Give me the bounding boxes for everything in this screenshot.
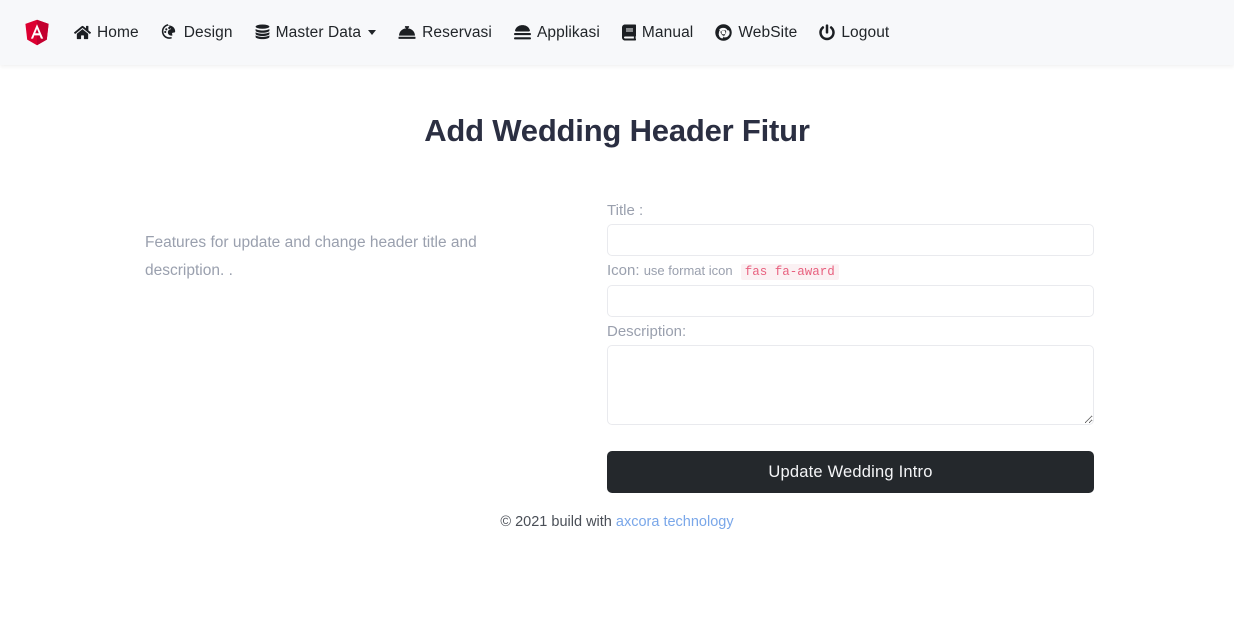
home-icon <box>74 24 91 41</box>
update-wedding-intro-button[interactable]: Update Wedding Intro <box>607 451 1094 493</box>
nav-item-label: Design <box>183 23 233 41</box>
nav-item-label: Applikasi <box>536 23 600 41</box>
description-field-label: Description: <box>607 323 687 340</box>
brand-logo-link[interactable] <box>22 17 52 49</box>
nav-item-website[interactable]: WebSite <box>715 24 797 42</box>
icon-label-hint: use format icon <box>643 263 733 278</box>
description-textarea[interactable] <box>607 345 1094 425</box>
nav-item-label: Manual <box>641 23 694 41</box>
main-navbar: Home Design Master Data Reservasi Applik… <box>0 0 1234 65</box>
nav-item-reservasi[interactable]: Reservasi <box>398 24 492 42</box>
concierge-bell-icon <box>398 24 416 41</box>
nav-item-label: Reservasi <box>422 23 492 41</box>
content-row: Features for update and change header ti… <box>117 149 1117 493</box>
wedding-header-form: Title : Icon: use format icon fas fa-awa… <box>607 201 1117 493</box>
icon-label-text: Icon: <box>607 262 640 279</box>
nav-links-list: Home Design Master Data Reservasi Applik… <box>74 24 889 42</box>
title-input[interactable] <box>607 224 1094 256</box>
nav-item-label: Master Data <box>275 23 362 41</box>
nav-item-design[interactable]: Design <box>161 24 233 42</box>
power-icon <box>819 24 836 41</box>
nav-item-master-data[interactable]: Master Data <box>255 24 377 42</box>
nav-item-manual[interactable]: Manual <box>621 23 694 42</box>
nav-item-label: WebSite <box>738 23 798 41</box>
chrome-globe-icon <box>715 24 733 41</box>
axcora-technology-link[interactable]: axcora technology <box>616 514 734 530</box>
page-container: Add Wedding Header Fitur Features for up… <box>0 65 1234 530</box>
title-field-label: Title : <box>607 202 644 219</box>
icon-field-label: Icon: use format icon fas fa-award <box>607 261 1117 282</box>
nav-item-applikasi[interactable]: Applikasi <box>513 23 600 42</box>
nav-item-home[interactable]: Home <box>74 24 139 42</box>
angular-shield-logo-icon <box>24 19 50 47</box>
book-icon <box>621 24 636 41</box>
palette-icon <box>161 24 178 41</box>
nav-item-logout[interactable]: Logout <box>819 24 889 42</box>
icon-input[interactable] <box>607 285 1094 317</box>
lead-description-text: Features for update and change header ti… <box>145 234 477 279</box>
form-column: Title : Icon: use format icon fas fa-awa… <box>607 193 1117 493</box>
database-icon <box>255 24 270 41</box>
chevron-down-icon[interactable] <box>368 30 377 35</box>
page-title: Add Wedding Header Fitur <box>424 113 810 148</box>
page-footer: © 2021 build with axcora technology <box>0 493 1234 530</box>
footer-copyright-text: © 2021 build with <box>500 514 612 530</box>
icon-format-code: fas fa-award <box>740 264 839 280</box>
nav-item-label: Logout <box>841 23 890 41</box>
nav-item-label: Home <box>97 23 139 41</box>
description-column: Features for update and change header ti… <box>117 193 607 493</box>
layer-stack-icon <box>513 24 531 41</box>
